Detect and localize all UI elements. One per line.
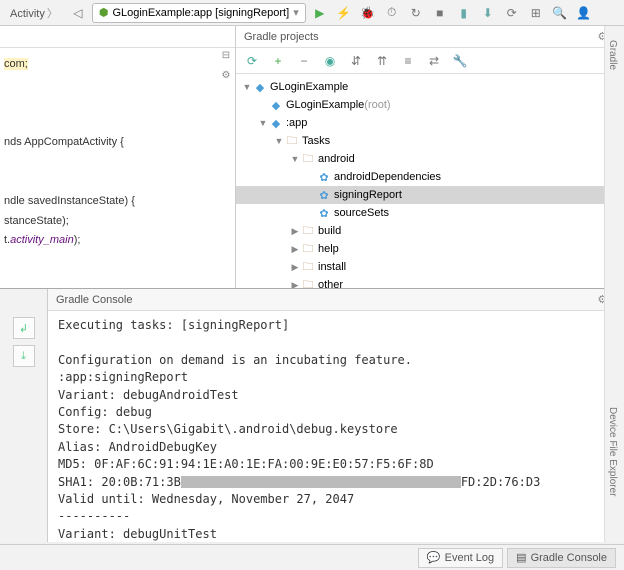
- folder-icon: 🗀: [300, 222, 316, 241]
- terminal-icon: ▤: [516, 551, 526, 564]
- proj-icon: ◆: [252, 81, 268, 94]
- tree-node[interactable]: ✿sourceSets: [236, 204, 624, 222]
- scroll-end-icon[interactable]: ⤓: [13, 345, 35, 367]
- gear-icon[interactable]: ⚙: [218, 70, 234, 86]
- back-icon[interactable]: ◁: [68, 3, 88, 23]
- gradle-pane-header: Gradle projects ⚙ ▾: [236, 26, 624, 48]
- editor-body[interactable]: com; nds AppCompatActivity { ndle savedI…: [0, 48, 235, 256]
- remove-icon[interactable]: −: [294, 51, 314, 71]
- breadcrumb[interactable]: Activity〉: [6, 5, 64, 21]
- collapse-icon[interactable]: ⊟: [218, 50, 234, 66]
- tree-node[interactable]: ✿signingReport: [236, 186, 624, 204]
- sync-icon[interactable]: ⟳: [502, 3, 522, 23]
- gradle-projects-pane: Gradle projects ⚙ ▾ ⟳ + − ◉ ⇵ ⇈ ≡ ⇄ 🔧 ◆G…: [236, 26, 624, 288]
- status-bar: 💬 Event Log ▤ Gradle Console: [0, 544, 624, 570]
- gradle-tree[interactable]: ◆GLoginExample◆GLoginExample (root)◆:app…: [236, 74, 624, 288]
- expand-icon[interactable]: ⇵: [346, 51, 366, 71]
- folder-icon: 🗀: [300, 150, 316, 169]
- wrench-icon[interactable]: 🔧: [450, 51, 470, 71]
- tree-node[interactable]: ◆GLoginExample: [236, 78, 624, 96]
- stop-icon[interactable]: ■: [430, 3, 450, 23]
- balloon-icon: 💬: [427, 551, 441, 564]
- folder-icon: 🗀: [284, 132, 300, 151]
- gradle-console-header: Gradle Console ⚙ ▾: [48, 289, 624, 311]
- chevron-down-icon: ▾: [293, 6, 299, 19]
- collapse-all-icon[interactable]: ⇈: [372, 51, 392, 71]
- tree-node[interactable]: ◆GLoginExample (root): [236, 96, 624, 114]
- sdk-icon[interactable]: ⬇: [478, 3, 498, 23]
- editor-pane: com; nds AppCompatActivity { ndle savedI…: [0, 26, 236, 288]
- folder-icon: 🗀: [300, 258, 316, 277]
- side-tab-device-explorer[interactable]: Device File Explorer: [605, 401, 620, 502]
- tree-node[interactable]: 🗀help: [236, 240, 624, 258]
- structure-icon[interactable]: ⊞: [526, 3, 546, 23]
- soft-wrap-icon[interactable]: ↲: [13, 317, 35, 339]
- tree-node[interactable]: 🗀other: [236, 276, 624, 288]
- proj-icon: ◆: [268, 99, 284, 112]
- folder-icon: 🗀: [300, 276, 316, 289]
- tree-node[interactable]: 🗀android: [236, 150, 624, 168]
- event-log-button[interactable]: 💬 Event Log: [418, 548, 503, 568]
- gear-icon: ✿: [316, 207, 332, 220]
- gear-icon: ✿: [316, 171, 332, 184]
- apply-changes-icon[interactable]: ⚡: [334, 3, 354, 23]
- show-ignored-icon[interactable]: ≡: [398, 51, 418, 71]
- tree-node[interactable]: 🗀build: [236, 222, 624, 240]
- side-tab-gradle[interactable]: Gradle: [605, 34, 620, 76]
- gradle-console-button[interactable]: ▤ Gradle Console: [507, 548, 616, 568]
- tree-node[interactable]: ◆:app: [236, 114, 624, 132]
- profiler-icon[interactable]: ⏱: [382, 3, 402, 23]
- gradle-run-icon: ⬢: [99, 6, 109, 19]
- tree-node[interactable]: 🗀Tasks: [236, 132, 624, 150]
- gear-icon: ✿: [316, 189, 332, 202]
- gradle-toolbar: ⟳ + − ◉ ⇵ ⇈ ≡ ⇄ 🔧: [236, 48, 624, 74]
- tree-node[interactable]: ✿androidDependencies: [236, 168, 624, 186]
- add-icon[interactable]: +: [268, 51, 288, 71]
- folder-icon: 🗀: [300, 240, 316, 259]
- search-icon[interactable]: 🔍: [550, 3, 570, 23]
- gradle-console-output[interactable]: Executing tasks: [signingReport] Configu…: [48, 311, 624, 542]
- run-configuration-select[interactable]: ⬢ GLoginExample:app [signingReport] ▾: [92, 3, 306, 23]
- console-gutter: ↲ ⤓: [0, 289, 48, 542]
- execute-icon[interactable]: ◉: [320, 51, 340, 71]
- main-toolbar: Activity〉 ◁ ⬢ GLoginExample:app [signing…: [0, 0, 624, 26]
- user-icon[interactable]: 👤: [574, 3, 594, 23]
- avd-icon[interactable]: ▮: [454, 3, 474, 23]
- run-icon[interactable]: ▶: [310, 3, 330, 23]
- offline-icon[interactable]: ⇄: [424, 51, 444, 71]
- attach-icon[interactable]: ↻: [406, 3, 426, 23]
- right-tool-stripe: Gradle Device File Explorer: [604, 26, 624, 542]
- refresh-icon[interactable]: ⟳: [242, 51, 262, 71]
- proj-icon: ◆: [268, 117, 284, 130]
- tree-node[interactable]: 🗀install: [236, 258, 624, 276]
- editor-tabs: [0, 26, 235, 48]
- debug-icon[interactable]: 🐞: [358, 3, 378, 23]
